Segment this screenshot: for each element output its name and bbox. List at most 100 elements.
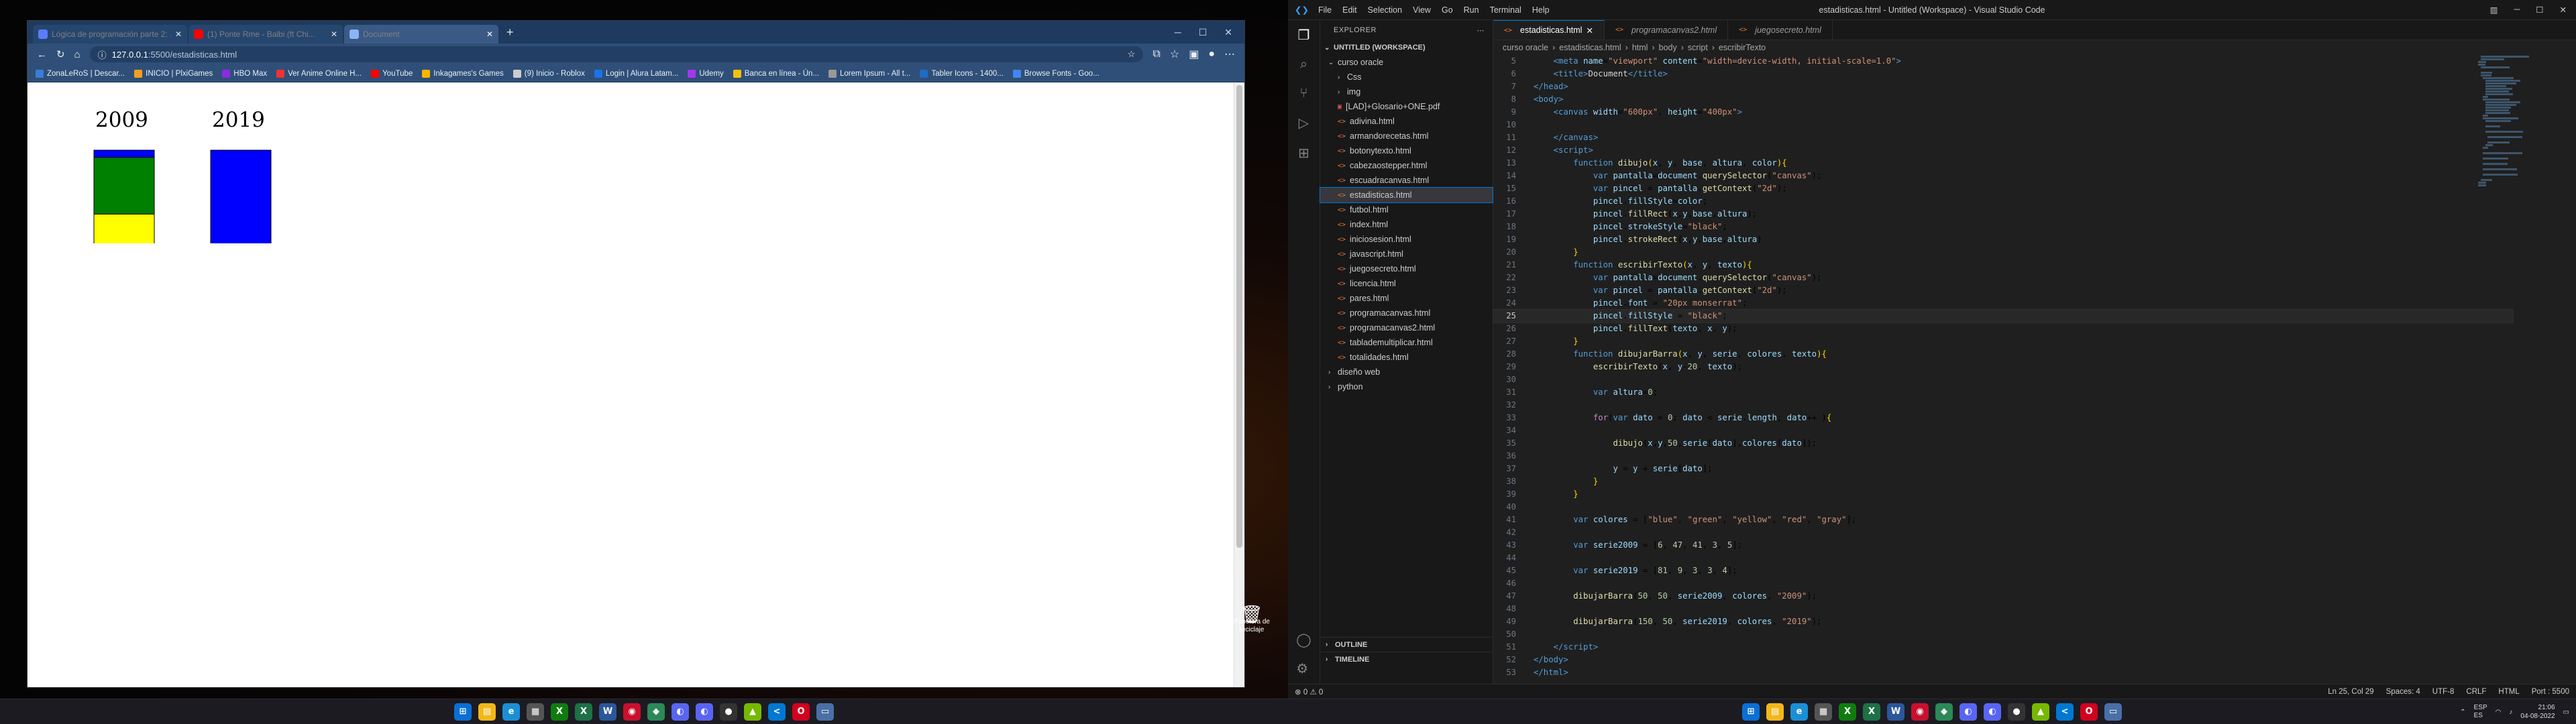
code-line[interactable]: 42 [1493, 526, 2513, 539]
code-line[interactable]: 34 [1493, 424, 2513, 437]
tree-item[interactable]: <> botonytexto.html [1320, 143, 1493, 158]
github-icon[interactable]: ● [2008, 703, 2025, 721]
code-line[interactable]: 37 y = y + serie[dato]; [1493, 463, 2513, 475]
excel-icon[interactable]: X [1863, 703, 1880, 721]
run-debug-icon[interactable]: ▷ [1299, 115, 1309, 131]
minimize-icon[interactable]: ─ [1175, 27, 1181, 38]
browser-tab[interactable]: (1) Ponte Rme - Balbi (ft Chi... ✕ [189, 25, 343, 44]
code-line[interactable]: 26 pincel.fillText(texto, x, y); [1493, 322, 2513, 335]
app-green-icon[interactable]: ◆ [1935, 703, 1953, 721]
code-line[interactable]: 10 [1493, 119, 2513, 131]
collections-icon[interactable]: ▣ [1189, 48, 1199, 61]
github-icon[interactable]: ● [720, 703, 737, 721]
menu-item-help[interactable]: Help [1532, 5, 1550, 15]
code-line[interactable]: 33 for(var dato = 0; dato < serie.length… [1493, 412, 2513, 424]
wifi-icon[interactable]: ◠ [2496, 709, 2502, 716]
code-line[interactable]: 43 var serie2009 = [6, 47, 41, 3, 5]; [1493, 539, 2513, 552]
tree-item[interactable]: <> javascript.html [1320, 247, 1493, 261]
status-item[interactable]: CRLF [2466, 688, 2486, 696]
home-icon[interactable]: ⌂ [74, 49, 80, 60]
back-icon[interactable]: ← [37, 49, 47, 60]
settings-gear-icon[interactable]: ⚙ [1296, 660, 1311, 677]
bookmark-item[interactable]: Browse Fonts - Goo... [1012, 69, 1099, 78]
info-icon[interactable]: ⓘ [98, 48, 107, 61]
minimize-icon[interactable]: ─ [2514, 5, 2520, 15]
tree-item[interactable]: › python [1320, 379, 1493, 394]
menu-item-edit[interactable]: Edit [1342, 5, 1357, 15]
edge-icon[interactable]: e [502, 703, 520, 721]
menu-item-run[interactable]: Run [1464, 5, 1479, 15]
profile-icon[interactable]: ● [1208, 48, 1215, 60]
tree-item[interactable]: <> licencia.html [1320, 276, 1493, 291]
code-line[interactable]: 11 </canvas> [1493, 131, 2513, 144]
file-explorer-icon[interactable]: ▤ [1766, 703, 1784, 721]
code-line[interactable]: 15 var pincel = pantalla.getContext("2d"… [1493, 182, 2513, 195]
more-actions-icon[interactable]: ⋯ [1477, 26, 1493, 35]
notifications-icon[interactable]: ▭ [2563, 709, 2569, 716]
code-line[interactable]: 13 function dibujo(x, y, base, altura, c… [1493, 157, 2513, 170]
editor-tab[interactable]: <> estadisticas.html ✕ [1493, 20, 1605, 40]
tree-item[interactable]: <> tablademultiplicar.html [1320, 335, 1493, 350]
code-line[interactable]: 19 pincel.strokeRect(x,y,base,altura) [1493, 233, 2513, 246]
recycle-bin[interactable]: 🗑 Papelera de reciclaje [1232, 605, 1272, 634]
code-line[interactable]: 50 [1493, 628, 2513, 641]
star-icon[interactable]: ☆ [1128, 49, 1136, 60]
close-icon[interactable]: ✕ [175, 29, 182, 39]
word-icon[interactable]: W [1887, 703, 1904, 721]
code-line[interactable]: 5 <meta name="viewport" content="width=d… [1493, 55, 2513, 68]
code-line[interactable]: 25 pincel.fillStyle = "black"; [1493, 309, 2514, 323]
bookmark-item[interactable]: ZonaLeRoS | Descar... [36, 69, 125, 78]
status-item[interactable]: Spaces: 4 [2386, 688, 2420, 696]
bookmark-item[interactable]: Banca en línea - Ún... [733, 69, 819, 78]
tree-item[interactable]: <> escuadracanvas.html [1320, 173, 1493, 188]
tree-item[interactable]: <> iniciosesion.html [1320, 232, 1493, 247]
menu-item-file[interactable]: File [1318, 5, 1332, 15]
photos-icon[interactable]: ▭ [2104, 703, 2122, 721]
code-line[interactable]: 49 dibujarBarra(150, 50, serie2019, colo… [1493, 615, 2513, 628]
xbox-icon[interactable]: X [551, 703, 568, 721]
code-line[interactable]: 38 } [1493, 475, 2513, 488]
close-window-icon[interactable]: ✕ [2560, 5, 2567, 15]
code-view[interactable]: 5 <meta name="viewport" content="width=d… [1493, 55, 2514, 679]
vscode-taskbar-icon[interactable]: < [2056, 703, 2074, 721]
tree-item[interactable]: <> estadisticas.html [1320, 187, 1493, 203]
tree-item[interactable]: › Css [1320, 70, 1493, 84]
code-line[interactable]: 23 var pincel = pantalla.getContext("2d"… [1493, 284, 2513, 297]
code-line[interactable]: 52 </body> [1493, 654, 2513, 666]
close-icon[interactable]: ✕ [486, 29, 493, 39]
code-line[interactable]: 27 } [1493, 335, 2513, 348]
tree-item[interactable]: <> programacanvas2.html [1320, 320, 1493, 335]
menu-dots-icon[interactable]: ⋯ [1224, 48, 1235, 61]
new-tab-button[interactable]: + [500, 25, 521, 44]
maximize-icon[interactable]: ☐ [1199, 27, 1208, 38]
tree-item[interactable]: ⌄ curso oracle [1320, 55, 1493, 70]
problems-status[interactable]: ⊗ 0 ⚠ 0 [1295, 687, 1323, 697]
app-red-icon[interactable]: ◉ [1911, 703, 1929, 721]
code-line[interactable]: 47 dibujarBarra(50, 50, serie2009, color… [1493, 590, 2513, 603]
code-line[interactable]: 40 [1493, 501, 2513, 514]
code-line[interactable]: 28 function dibujarBarra(x, y, serie, co… [1493, 348, 2513, 361]
code-line[interactable]: 24 pincel.font = "20px monserrat"; [1493, 297, 2513, 310]
browser-tab[interactable]: Lógica de programación parte 2: ... ✕ [33, 25, 187, 44]
editor-scrollbar[interactable] [2567, 55, 2576, 684]
breadcrumb-item[interactable]: escribirTexto [1719, 43, 1766, 52]
tree-item[interactable]: <> totalidades.html [1320, 350, 1493, 365]
close-icon[interactable]: ✕ [1586, 25, 1593, 36]
breadcrumb-item[interactable]: curso oracle [1503, 43, 1548, 52]
menu-item-go[interactable]: Go [1442, 5, 1453, 15]
word-icon[interactable]: W [599, 703, 616, 721]
tree-item[interactable]: › diseño web [1320, 365, 1493, 379]
scrollbar-thumb[interactable] [1236, 85, 1242, 548]
discord-icon[interactable]: ◐ [1960, 703, 1977, 721]
minimap[interactable] [2478, 55, 2538, 186]
vscode-taskbar-icon[interactable]: < [768, 703, 786, 721]
menu-item-view[interactable]: View [1413, 5, 1431, 15]
layout-icon[interactable]: ▥ [2490, 5, 2498, 15]
start-icon[interactable]: ⊞ [454, 703, 472, 721]
language-indicator[interactable]: ESP ES [2474, 704, 2487, 720]
timeline-panel[interactable]: › TIMELINE [1320, 652, 1493, 666]
code-line[interactable]: 46 [1493, 577, 2513, 590]
bookmark-item[interactable]: INICIO | PlxiGames [134, 69, 213, 78]
code-line[interactable]: 39 } [1493, 488, 2513, 501]
search-icon[interactable]: ⌕ [1300, 57, 1307, 72]
